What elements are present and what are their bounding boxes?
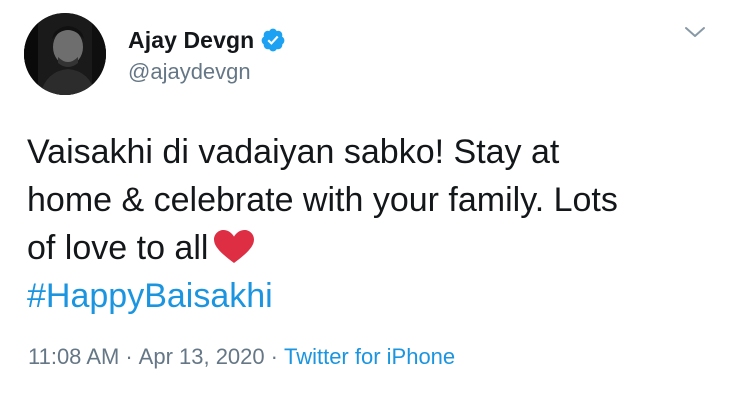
- tweet-source-link[interactable]: Twitter for iPhone: [284, 344, 455, 369]
- tweet-text-line: of love to all: [27, 224, 717, 272]
- display-name[interactable]: Ajay Devgn: [128, 27, 254, 54]
- hashtag-link[interactable]: #HappyBaisakhi: [27, 272, 717, 320]
- tweet-text-line: home & celebrate with your family. Lots: [27, 181, 618, 219]
- tweet-card: Ajay Devgn @ajaydevgn Vaisakhi di vadaiy…: [0, 0, 731, 400]
- tweet-text-line-content: of love to all: [27, 229, 209, 267]
- avatar[interactable]: [24, 13, 106, 95]
- chevron-down-icon[interactable]: [683, 22, 707, 42]
- red-heart-emoji-icon: [212, 229, 256, 265]
- user-name-row: Ajay Devgn: [128, 24, 286, 56]
- meta-separator: ·: [270, 344, 278, 369]
- tweet-time[interactable]: 11:08 AM: [28, 344, 119, 369]
- verified-badge-icon: [260, 27, 286, 53]
- tweet-date[interactable]: Apr 13, 2020: [139, 344, 265, 369]
- meta-separator: ·: [125, 344, 133, 369]
- user-handle[interactable]: @ajaydevgn: [128, 59, 251, 85]
- tweet-text: Vaisakhi di vadaiyan sabko! Stay at home…: [27, 128, 717, 320]
- tweet-text-line: Vaisakhi di vadaiyan sabko! Stay at: [27, 133, 560, 171]
- tweet-meta: 11:08 AM · Apr 13, 2020 · Twitter for iPhone: [28, 344, 455, 370]
